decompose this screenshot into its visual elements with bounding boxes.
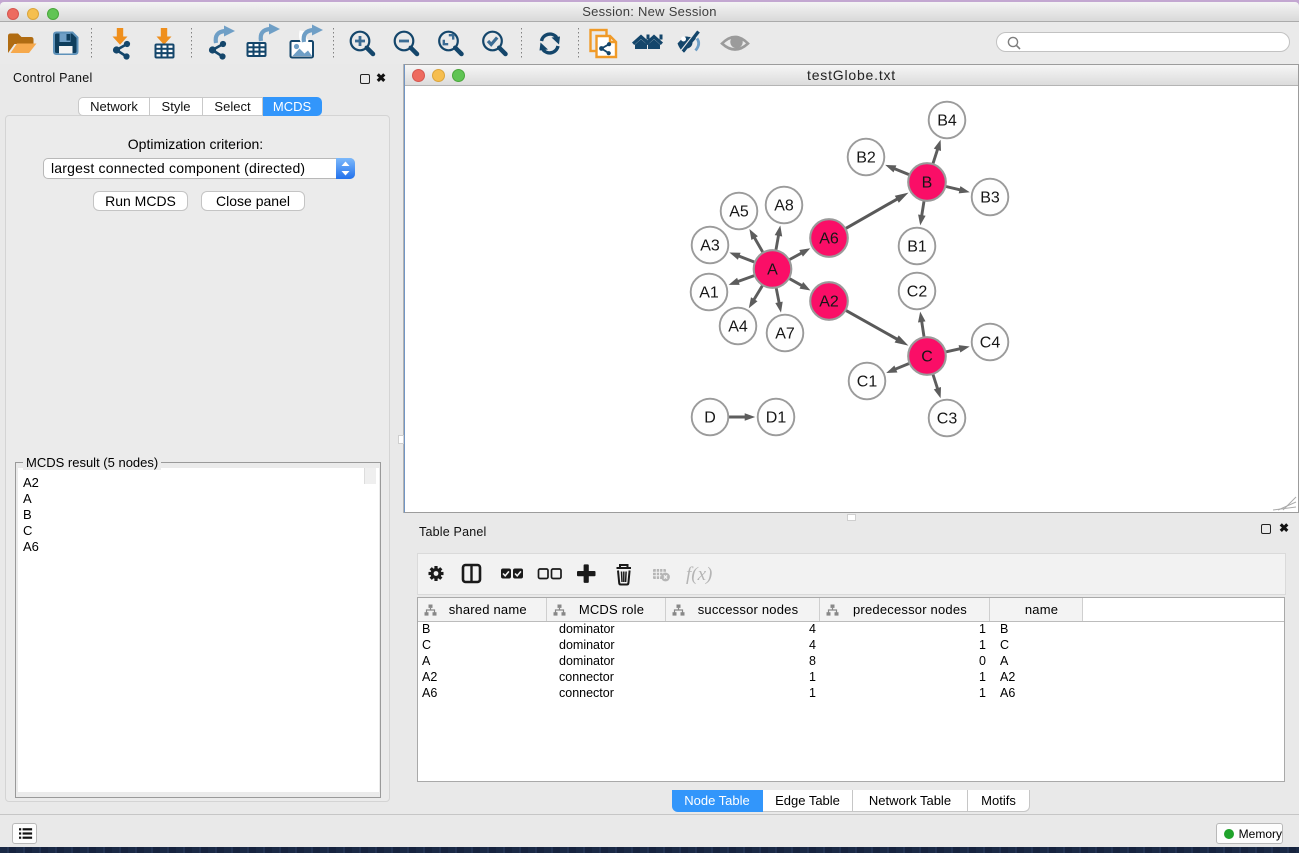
svg-text:A3: A3 <box>700 238 720 255</box>
svg-text:C1: C1 <box>857 374 878 391</box>
svg-text:A1: A1 <box>699 285 719 302</box>
svg-text:f(x): f(x) <box>686 564 712 585</box>
svg-text:D: D <box>704 410 716 427</box>
svg-text:A4: A4 <box>728 319 748 336</box>
svg-text:A7: A7 <box>775 326 795 343</box>
svg-text:C: C <box>921 349 933 366</box>
svg-text:D1: D1 <box>766 410 787 427</box>
svg-text:C3: C3 <box>937 411 958 428</box>
svg-text:B3: B3 <box>980 190 1000 207</box>
svg-text:B: B <box>922 175 933 192</box>
svg-text:B1: B1 <box>907 239 927 256</box>
svg-text:A2: A2 <box>819 294 839 311</box>
svg-text:C2: C2 <box>907 284 928 301</box>
svg-text:A6: A6 <box>819 231 839 248</box>
svg-text:B2: B2 <box>856 150 876 167</box>
svg-text:B4: B4 <box>937 113 957 130</box>
svg-text:A8: A8 <box>774 198 794 215</box>
svg-text:A5: A5 <box>729 204 749 221</box>
svg-text:A: A <box>767 262 778 279</box>
svg-text:C4: C4 <box>980 335 1001 352</box>
